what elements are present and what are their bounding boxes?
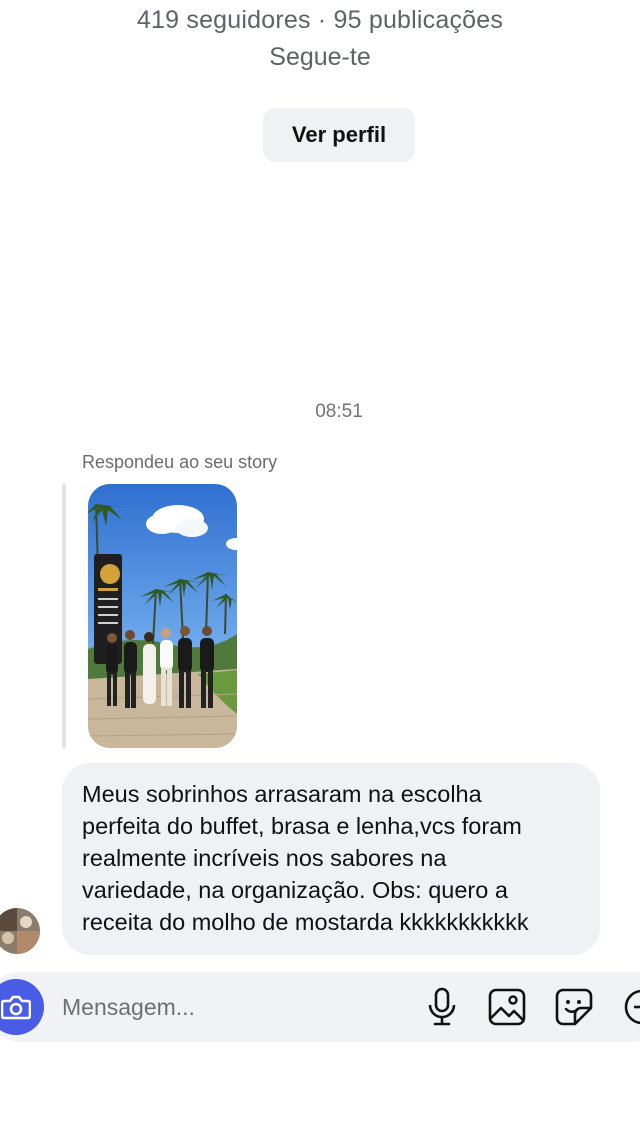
microphone-icon xyxy=(428,987,456,1026)
message-line: perfeita do buffet, brasa e lenha,vcs fo… xyxy=(82,813,522,839)
follows-you-label: Segue-te xyxy=(269,43,371,71)
message-line: receita do molho de mostarda kkkkkkkkkkk xyxy=(82,909,529,935)
view-profile-button[interactable]: Ver perfil xyxy=(263,108,415,162)
gallery-button[interactable] xyxy=(485,985,529,1029)
camera-icon xyxy=(1,995,31,1020)
add-button[interactable] xyxy=(618,985,640,1029)
sticker-button[interactable] xyxy=(552,985,596,1029)
message-line: Meus sobrinhos arrasaram na escolha xyxy=(82,781,482,807)
add-icon xyxy=(624,989,640,1025)
sticker-icon xyxy=(555,988,593,1026)
message-line: realmente incríveis nos sabores na xyxy=(82,845,447,871)
gallery-icon xyxy=(488,988,526,1026)
message-timestamp: 08:51 xyxy=(315,401,363,422)
message-bubble[interactable]: Meus sobrinhos arrasaram na escolha perf… xyxy=(62,763,600,955)
message-line: variedade, na organização. Obs: quero a xyxy=(82,877,508,903)
sender-avatar[interactable] xyxy=(0,908,40,954)
story-thumbnail[interactable] xyxy=(88,484,237,748)
microphone-button[interactable] xyxy=(420,985,464,1029)
story-reply-bar xyxy=(62,484,66,748)
story-reply-caption: Respondeu ao seu story xyxy=(82,452,278,472)
message-input[interactable]: Mensagem... xyxy=(62,990,392,1024)
profile-stats: 419 seguidores · 95 publicações xyxy=(136,6,504,34)
